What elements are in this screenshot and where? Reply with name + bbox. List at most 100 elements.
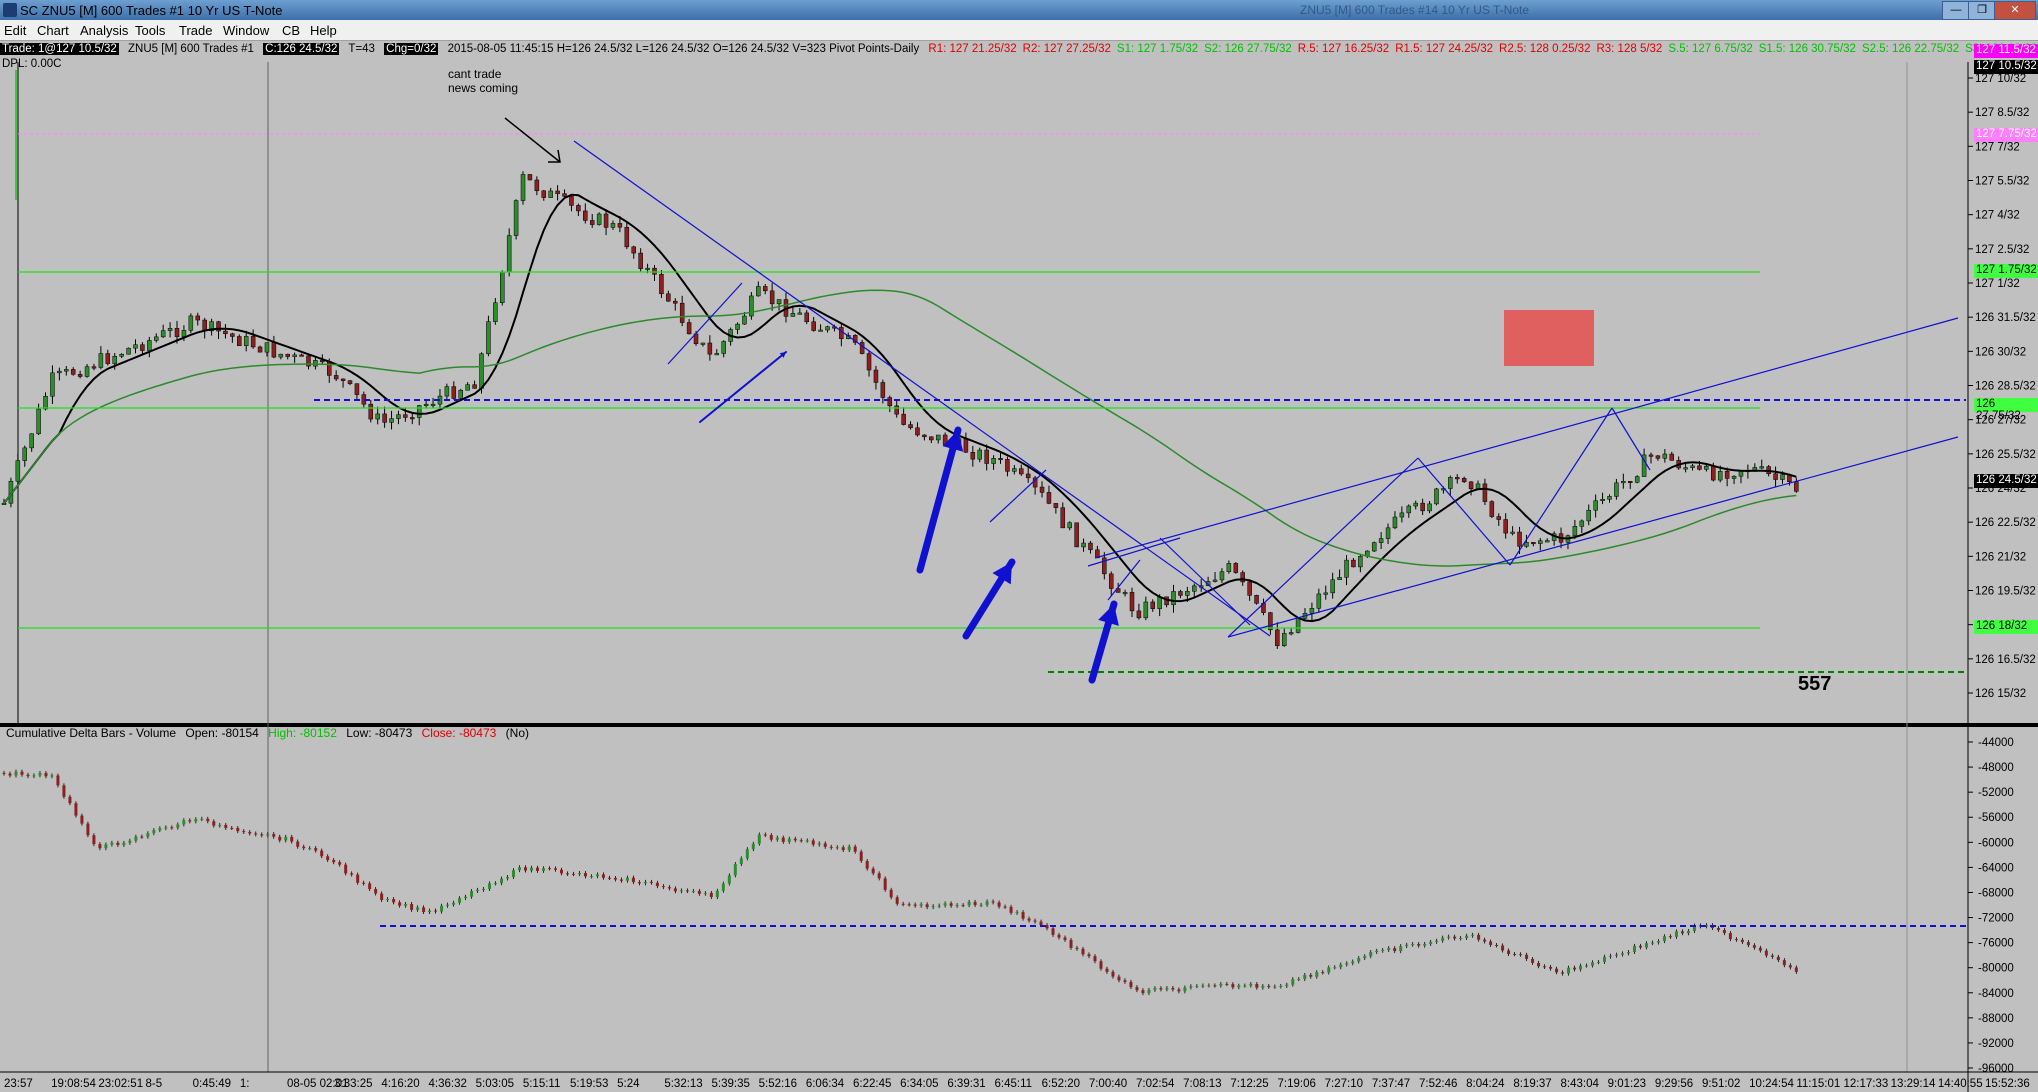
minimize-button[interactable]: — [1942, 1, 1970, 20]
delta-bar [212, 821, 216, 826]
menu-bar: Edit Chart Analysis Tools Trade Window C… [0, 20, 2038, 41]
delta-bar [1758, 947, 1762, 951]
delta-bar [1770, 955, 1774, 957]
candle-body [77, 374, 83, 377]
delta-bar [1573, 967, 1577, 970]
candle-body [624, 226, 630, 248]
candle-body [1371, 542, 1377, 552]
delta-bar [1782, 960, 1786, 966]
delta-bar [476, 889, 480, 892]
delta-bar [1321, 972, 1325, 974]
delta-bar [1561, 972, 1565, 974]
menu-trade[interactable]: Trade [179, 23, 212, 38]
delta-bar [440, 905, 444, 912]
delta-bar [134, 836, 138, 841]
menu-help[interactable]: Help [310, 23, 337, 38]
time-tick-label: 6:34:05 [900, 1078, 938, 1090]
delta-bar [1728, 933, 1732, 940]
chart-canvas[interactable]: 127 10/32 127 8.5/32 127 7/32 127 5.5/32 127… [0, 41, 2038, 1092]
time-tick-label: 11:15:01 [1796, 1078, 1840, 1090]
annotation-line-2: news coming [448, 81, 519, 95]
candle-body [493, 302, 498, 322]
candle-body [859, 342, 865, 354]
candle-body [610, 223, 616, 228]
delta-bar [1003, 906, 1007, 908]
restore-button[interactable]: ❐ [1968, 1, 1996, 20]
candle-body [756, 286, 761, 297]
delta-bar [68, 796, 72, 804]
candle-body [991, 458, 996, 464]
candle-body [1482, 483, 1488, 502]
background-window-title[interactable]: ZNU5 [M] 600 Trades #14 10 Yr US T-Note [1300, 3, 1529, 17]
candle-body [1434, 488, 1439, 505]
delta-bar [470, 891, 474, 897]
delta-bar [1441, 937, 1445, 941]
delta-bar [1585, 965, 1589, 967]
delta-bar [1483, 939, 1487, 942]
close-button[interactable]: ✕ [1994, 1, 2036, 20]
time-tick-label: 3:33:25 [334, 1078, 372, 1090]
candle-body [1385, 527, 1391, 539]
candle-body [1295, 617, 1301, 633]
delta-bar [1315, 972, 1319, 977]
delta-bar [488, 883, 492, 890]
delta-bar [943, 903, 947, 906]
menu-window[interactable]: Window [223, 23, 269, 38]
price-tick-label: 127 2.5/32 [1975, 244, 2029, 256]
candle-body [1683, 467, 1688, 470]
candle-body [1060, 507, 1066, 529]
delta-bar [260, 834, 264, 836]
time-tick-label: 4:36:32 [429, 1078, 467, 1090]
candle-body [1067, 522, 1072, 529]
delta-bar [1447, 936, 1451, 938]
delta-bar [613, 878, 617, 880]
change-info: Chg=0/32 [384, 43, 439, 55]
candle-body [908, 424, 913, 429]
candle-body [735, 323, 740, 330]
candle-body [790, 313, 796, 317]
candle-body [970, 452, 976, 460]
menu-edit[interactable]: Edit [4, 23, 26, 38]
delta-bar [1213, 985, 1217, 987]
delta-bar [158, 828, 162, 831]
delta-bar [1525, 954, 1529, 959]
candle-body [1669, 453, 1675, 461]
candle-body [57, 370, 62, 374]
candle-body [679, 302, 685, 323]
candle-body [935, 434, 941, 441]
delta-bar [1141, 990, 1145, 994]
price-tag: 126 27.75/32 [1974, 398, 2038, 422]
delta-bar [1327, 967, 1331, 973]
candle-body [486, 321, 491, 355]
delta-bar [1309, 974, 1313, 977]
menu-analysis[interactable]: Analysis [80, 23, 128, 38]
candle-body [1129, 592, 1135, 612]
delta-tick-label: -96000 [1978, 1063, 2014, 1075]
candle-body [375, 413, 380, 420]
delta-bar [170, 827, 174, 829]
delta-bar [368, 883, 372, 890]
candle-body [105, 353, 111, 364]
delta-bar [1387, 948, 1391, 950]
candle-body [700, 342, 706, 345]
menu-chart[interactable]: Chart [37, 23, 69, 38]
candle-body [112, 356, 117, 364]
delta-bar [985, 901, 989, 905]
candle-body [354, 383, 360, 395]
candle-body [776, 299, 782, 305]
price-tick-label: 127 7/32 [1975, 141, 2020, 153]
candle-body [1219, 571, 1225, 581]
delta-bar [955, 905, 959, 907]
candle-body [195, 315, 201, 321]
candle-body [1323, 592, 1329, 595]
delta-bar [589, 876, 593, 878]
time-tick-label: 5:52:16 [759, 1078, 797, 1090]
study-flag: (No) [505, 726, 530, 740]
time-tick-label: 5:32:13 [664, 1078, 702, 1090]
delta-bar [1093, 956, 1097, 962]
delta-bar [86, 823, 90, 836]
delta-bar [835, 847, 839, 849]
candle-body [382, 413, 387, 423]
menu-cb[interactable]: CB [282, 23, 300, 38]
menu-tools[interactable]: Tools [135, 23, 165, 38]
